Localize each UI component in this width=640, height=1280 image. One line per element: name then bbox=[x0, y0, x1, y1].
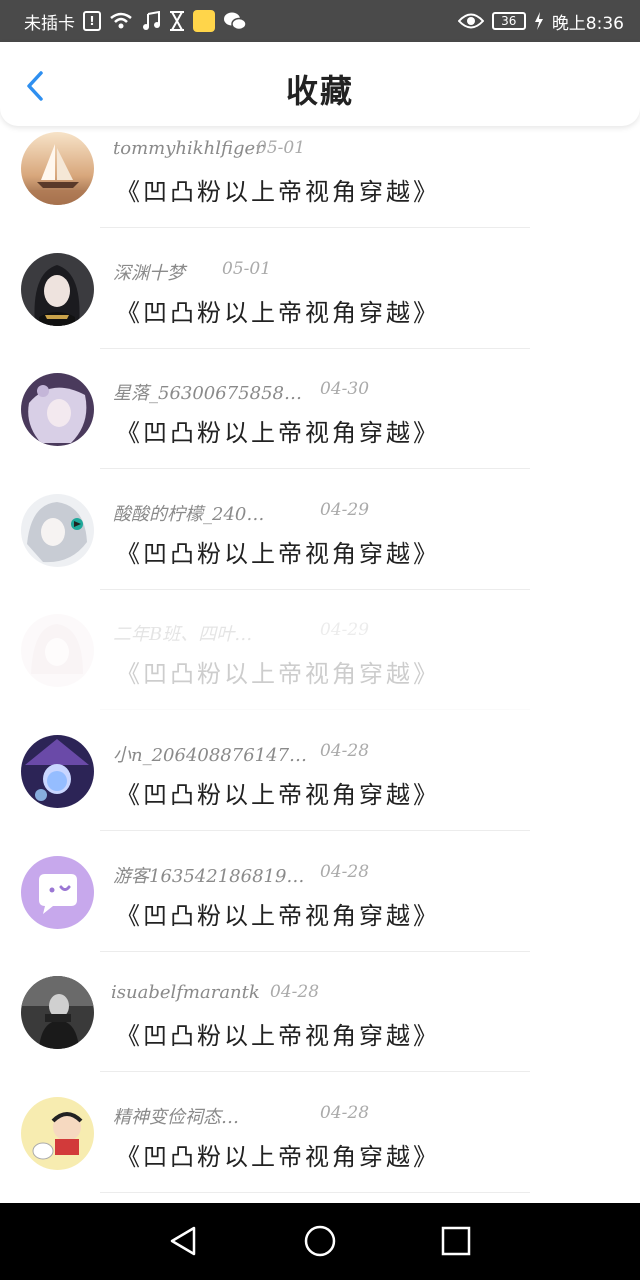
status-left: 未插卡 ! bbox=[24, 9, 247, 34]
divider bbox=[100, 1071, 530, 1073]
list-item[interactable]: 小n_206408876147… 04-28 《凹凸粉以上帝视角穿越》 bbox=[0, 731, 640, 852]
item-meta: 二年B班、四叶… 04-29 bbox=[113, 620, 533, 645]
item-meta: 星落_56300675858… 04-30 bbox=[113, 379, 533, 404]
bw-photo-avatar[interactable] bbox=[21, 976, 94, 1050]
divider bbox=[100, 347, 530, 349]
username[interactable]: tommyhikhlfiger bbox=[113, 138, 264, 159]
battery-icon: 36 bbox=[491, 12, 526, 30]
alert-box-icon: ! bbox=[83, 11, 101, 31]
favorites-list: tommyhikhlfiger 05-01 《凹凸粉以上帝视角穿越》 深渊十梦 … bbox=[0, 128, 640, 1213]
username[interactable]: 精神变俭祠态… bbox=[113, 1103, 239, 1129]
divider bbox=[100, 709, 530, 711]
work-title[interactable]: 《凹凸粉以上帝视角穿越》 bbox=[116, 1137, 440, 1172]
list-item[interactable]: tommyhikhlfiger 05-01 《凹凸粉以上帝视角穿越》 bbox=[0, 128, 640, 249]
date: 04-28 bbox=[320, 740, 370, 761]
divider bbox=[100, 1191, 530, 1193]
wifi-icon bbox=[109, 12, 133, 30]
work-title[interactable]: 《凹凸粉以上帝视角穿越》 bbox=[116, 293, 440, 328]
anime-purple-hat-avatar[interactable] bbox=[21, 734, 94, 808]
divider bbox=[100, 588, 530, 590]
date: 04-28 bbox=[320, 1102, 370, 1123]
item-meta: isuabelfmarantk 04-28 bbox=[111, 982, 533, 1004]
system-nav-bar bbox=[0, 1203, 640, 1280]
work-title[interactable]: 《凹凸粉以上帝视角穿越》 bbox=[116, 172, 440, 207]
date: 05-01 bbox=[256, 138, 306, 158]
list-item[interactable]: 二年B班、四叶… 04-29 《凹凸粉以上帝视角穿越》 bbox=[0, 610, 640, 731]
divider bbox=[100, 829, 530, 831]
anime-faded-avatar[interactable] bbox=[21, 614, 94, 688]
item-meta: 酸酸的柠檬_240… 04-29 bbox=[113, 499, 533, 525]
work-title[interactable]: 《凹凸粉以上帝视角穿越》 bbox=[116, 896, 440, 931]
status-right: 36 晚上8:36 bbox=[457, 9, 624, 34]
date: 04-28 bbox=[270, 982, 320, 1003]
page-title: 收藏 bbox=[285, 72, 354, 110]
clock-text: 晚上8:36 bbox=[551, 13, 624, 34]
date: 04-30 bbox=[320, 379, 370, 400]
anime-girl-dark-avatar[interactable] bbox=[21, 252, 94, 326]
divider bbox=[100, 468, 530, 470]
anime-pink-avatar[interactable] bbox=[21, 373, 94, 447]
crayon-shin-chan-avatar[interactable] bbox=[21, 1096, 94, 1170]
app-header: 收藏 bbox=[0, 42, 640, 126]
divider bbox=[100, 227, 530, 228]
username[interactable]: 星落_56300675858… bbox=[113, 379, 302, 405]
wechat-icon bbox=[223, 11, 247, 31]
list-item[interactable]: isuabelfmarantk 04-28 《凹凸粉以上帝视角穿越》 bbox=[0, 972, 640, 1093]
username[interactable]: 酸酸的柠檬_240… bbox=[113, 500, 264, 526]
app-notification-icon bbox=[193, 10, 215, 32]
username[interactable]: 二年B班、四叶… bbox=[113, 620, 252, 646]
work-title[interactable]: 《凹凸粉以上帝视角穿越》 bbox=[116, 534, 440, 569]
anime-silver-avatar[interactable] bbox=[21, 493, 94, 567]
divider bbox=[100, 950, 530, 952]
list-item[interactable]: 星落_56300675858… 04-30 《凹凸粉以上帝视角穿越》 bbox=[0, 369, 640, 490]
item-meta: 深渊十梦 05-01 bbox=[113, 258, 533, 284]
list-item[interactable]: 游客163542186819… 04-28 《凹凸粉以上帝视角穿越》 bbox=[0, 852, 640, 973]
username[interactable]: 深渊十梦 bbox=[113, 259, 185, 285]
date: 04-29 bbox=[320, 499, 370, 520]
music-note-icon bbox=[141, 11, 161, 31]
recents-square-icon[interactable] bbox=[438, 1223, 474, 1259]
item-meta: 游客163542186819… 04-28 bbox=[113, 861, 533, 887]
username[interactable]: 游客163542186819… bbox=[113, 862, 304, 888]
date: 04-29 bbox=[320, 620, 370, 641]
list-item[interactable]: 深渊十梦 05-01 《凹凸粉以上帝视角穿越》 bbox=[0, 249, 640, 370]
item-meta: tommyhikhlfiger 05-01 bbox=[113, 138, 533, 160]
chat-bubble-default-avatar[interactable] bbox=[21, 855, 94, 929]
work-title[interactable]: 《凹凸粉以上帝视角穿越》 bbox=[116, 1016, 440, 1051]
home-circle-icon[interactable] bbox=[302, 1223, 338, 1259]
work-title[interactable]: 《凹凸粉以上帝视角穿越》 bbox=[116, 775, 440, 810]
status-bar: 未插卡 ! 36 晚上8:36 bbox=[0, 0, 640, 42]
eye-icon bbox=[457, 12, 484, 30]
username[interactable]: 小n_206408876147… bbox=[113, 741, 307, 767]
charging-bolt-icon bbox=[534, 12, 544, 30]
list-item[interactable]: 酸酸的柠檬_240… 04-29 《凹凸粉以上帝视角穿越》 bbox=[0, 490, 640, 611]
list-item[interactable]: 精神变俭祠态… 04-28 《凹凸粉以上帝视角穿越》 bbox=[0, 1093, 640, 1214]
item-meta: 精神变俭祠态… 04-28 bbox=[113, 1102, 533, 1128]
back-triangle-icon[interactable] bbox=[166, 1223, 202, 1259]
item-meta: 小n_206408876147… 04-28 bbox=[113, 740, 533, 766]
work-title[interactable]: 《凹凸粉以上帝视角穿越》 bbox=[116, 654, 440, 689]
hourglass-icon bbox=[169, 11, 185, 31]
sailboat-sunset-avatar[interactable] bbox=[21, 132, 94, 205]
carrier-text: 未插卡 bbox=[24, 13, 75, 34]
date: 04-28 bbox=[320, 861, 370, 882]
work-title[interactable]: 《凹凸粉以上帝视角穿越》 bbox=[116, 413, 440, 448]
username[interactable]: isuabelfmarantk bbox=[111, 982, 260, 1003]
date: 05-01 bbox=[222, 258, 272, 279]
